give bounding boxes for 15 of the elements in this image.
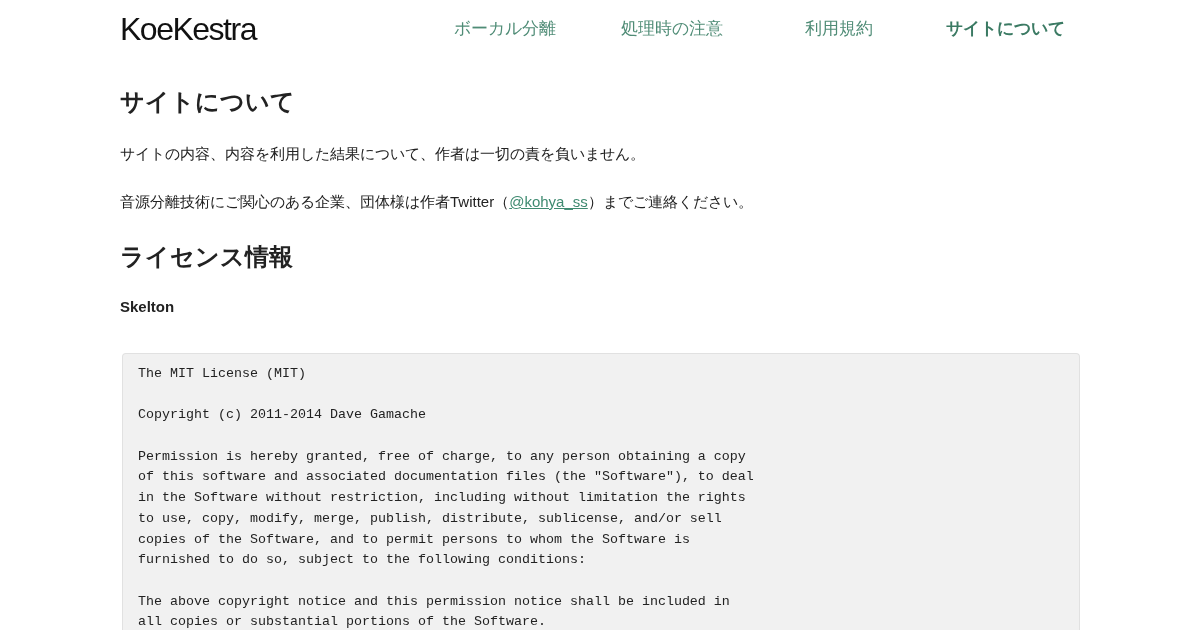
nav-link[interactable]: 利用規約 (804, 17, 873, 41)
nav-link[interactable]: サイトについて (946, 17, 1065, 41)
section-heading: ライセンス情報 (120, 242, 294, 272)
site-logo[interactable]: KoeKestra (120, 11, 256, 47)
license-subheading: Skelton (120, 297, 176, 317)
paragraph-text: 音源分離技術にご関心のある企業、団体様は作者Twitter（@kohya_ss）までご連絡ください。 (120, 192, 754, 212)
license-text: Permission is hereby granted, free of charge, to any person obtaining a copy of this software and associated documentation files (the "Software"), to deal in the Software without restriction, including without limitation the rights to use, copy, modify, merge, publish, distribute, sublicense, and/or sell copies of the Software, and to permit persons to whom the Software is furnished to do so, subject to the following conditions: (138, 447, 755, 570)
license-text: Copyright (c) 2011-2014 Dave Gamache (138, 406, 427, 425)
nav-link[interactable]: 処理時の注意 (620, 17, 723, 41)
license-text: The MIT License (MIT) (138, 365, 307, 383)
section-heading: サイトについて (120, 87, 296, 117)
paragraph-text: サイトの内容、内容を利用した結果について、作者は一切の責を負いません。 (120, 144, 646, 164)
nav-link[interactable]: ボーカル分離 (453, 17, 556, 41)
twitter-link[interactable]: @kohya_ss (509, 193, 588, 210)
license-text: The above copyright notice and this permission notice shall be included in all copies or substantial portions of the Software. (138, 592, 731, 630)
